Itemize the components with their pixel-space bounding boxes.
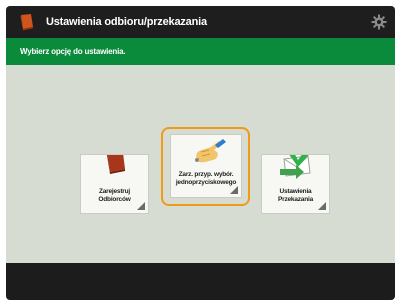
address-book-icon (81, 145, 148, 191)
tile-label-line1: Zarejestruj (98, 188, 131, 195)
corner-indicator (230, 186, 238, 194)
corner-indicator (318, 202, 326, 210)
instruction-text: Wybierz opcję do ustawienia. (20, 47, 126, 56)
bottom-bar (6, 263, 395, 300)
instruction-bar: Wybierz opcję do ustawienia. (6, 38, 395, 65)
inbox-book-icon (16, 12, 38, 32)
options-area: Zarejestruj Odbiorców Zarz. przyp. wybór… (6, 65, 395, 263)
corner-indicator (137, 202, 145, 210)
tile-label-line1: Zarz. przyp. wybór. (178, 171, 234, 178)
tile-label-line1: Ustawienia (279, 188, 312, 195)
gear-icon[interactable] (369, 12, 389, 32)
forwarding-envelope-icon (262, 149, 329, 191)
forwarding-settings-button[interactable]: Ustawienia Przekazania (261, 149, 330, 214)
hand-pointing-icon (171, 135, 241, 171)
title-bar: Ustawienia odbioru/przekazania (6, 6, 395, 38)
device-screen: Ustawienia odbioru/przekazania Wybierz o… (6, 6, 395, 300)
one-touch-keys-button[interactable]: Zarz. przyp. wybór. jednoprzyciskowego (170, 134, 242, 198)
register-recipients-button[interactable]: Zarejestruj Odbiorców (80, 145, 149, 214)
page-title: Ustawienia odbioru/przekazania (46, 16, 207, 28)
